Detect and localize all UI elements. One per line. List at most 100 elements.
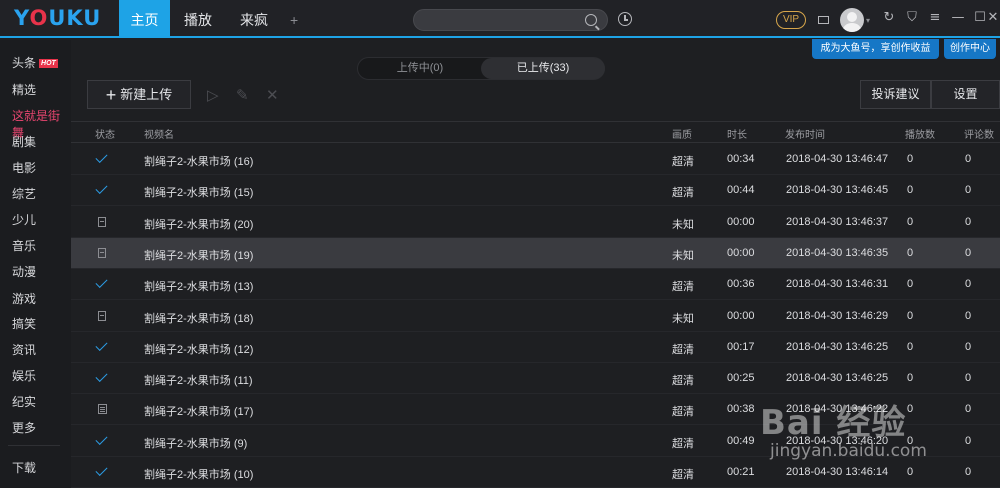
skin-icon[interactable]: ⛉ — [905, 11, 919, 25]
vip-badge[interactable]: VIP — [776, 11, 806, 29]
edit-icon[interactable]: ✎ — [236, 86, 249, 104]
video-plays: 0 — [907, 340, 914, 353]
sidebar-item-label: 头条 — [12, 56, 37, 70]
video-name: 割绳子2-水果市场 (12) — [144, 343, 254, 356]
file-icon — [98, 310, 106, 321]
menu-icon[interactable]: ≡ — [928, 11, 942, 25]
col-name[interactable]: 视频名 — [144, 126, 174, 141]
history-icon[interactable] — [618, 12, 632, 26]
video-publish-time: 2018-04-30 13:46:29 — [786, 309, 889, 322]
video-publish-time: 2018-04-30 13:46:45 — [786, 184, 889, 197]
video-name: 割绳子2-水果市场 (16) — [144, 156, 254, 168]
sidebar-item-funny[interactable]: 搞笑 — [12, 315, 36, 332]
new-upload-button[interactable]: + 新建上传 — [87, 80, 191, 109]
creator-center-button[interactable]: 创作中心 — [944, 39, 996, 59]
video-duration: 00:00 — [727, 215, 755, 228]
col-comments[interactable]: 评论数 — [964, 126, 994, 141]
tab-laifeng[interactable]: 来疯 — [226, 0, 282, 38]
video-duration: 00:36 — [727, 278, 755, 291]
video-quality: 超清 — [672, 437, 694, 450]
sidebar-item-anime[interactable]: 动漫 — [12, 263, 36, 280]
check-icon — [95, 371, 107, 383]
video-name: 割绳子2-水果市场 (11) — [144, 375, 253, 388]
sidebar-item-headlines[interactable]: 头条 HOT — [12, 54, 58, 71]
sidebar-item-entertainment[interactable]: 娱乐 — [12, 367, 36, 384]
video-duration: 00:00 — [727, 246, 755, 259]
check-icon — [95, 152, 107, 164]
complaint-button[interactable]: 投诉建议 — [860, 80, 931, 109]
delete-icon[interactable]: ✕ — [266, 86, 279, 104]
sidebar-item-documentary[interactable]: 纪实 — [12, 393, 36, 410]
play-icon[interactable]: ▷ — [207, 86, 219, 104]
sidebar-item-kids[interactable]: 少儿 — [12, 211, 36, 228]
settings-button[interactable]: 设置 — [931, 80, 1000, 109]
video-publish-time: 2018-04-30 13:46:47 — [786, 153, 889, 165]
table-row[interactable]: 割绳子2-水果市场 (19) 未知 00:00 2018-04-30 13:46:35… — [71, 237, 1000, 269]
hot-badge: HOT — [39, 59, 58, 68]
sidebar-divider — [8, 445, 60, 446]
video-plays: 0 — [907, 215, 914, 228]
video-quality: 未知 — [672, 249, 694, 262]
video-name: 割绳子2-水果市场 (19) — [144, 249, 254, 262]
avatar[interactable] — [840, 8, 864, 32]
refresh-icon[interactable]: ↻ — [882, 11, 896, 25]
table-header: 状态 视频名 画质 时长 发布时间 播放数 评论数 — [71, 121, 1000, 143]
mail-icon[interactable] — [818, 16, 829, 24]
watermark-text: Bai 经验 — [760, 403, 907, 443]
chevron-down-icon[interactable]: ▾ — [866, 16, 870, 25]
col-plays[interactable]: 播放数 — [905, 126, 935, 141]
table-row[interactable]: 割绳子2-水果市场 (18) 未知 00:00 2018-04-30 13:46:29… — [71, 301, 1000, 332]
check-icon — [95, 277, 107, 289]
sidebar-item-more[interactable]: 更多 — [12, 419, 36, 436]
tab-play[interactable]: 播放 — [170, 0, 226, 38]
video-comments: 0 — [965, 215, 972, 228]
search-input[interactable] — [413, 9, 608, 31]
col-duration[interactable]: 时长 — [727, 126, 747, 141]
table-row[interactable]: 割绳子2-水果市场 (20) 未知 00:00 2018-04-30 13:46:37… — [71, 207, 1000, 238]
youku-uploader-window: YOUKU 主页 播放 来疯 + VIP ▾ ↻ ⛉ ≡ — ☐ ✕ 成为大鱼号… — [0, 0, 1000, 488]
watermark-url: jingyan.baidu.com — [770, 441, 927, 461]
sidebar-item-music[interactable]: 音乐 — [12, 237, 36, 254]
video-publish-time: 2018-04-30 13:46:31 — [786, 278, 889, 291]
maximize-icon[interactable]: ☐ — [973, 11, 987, 25]
video-comments: 0 — [965, 184, 972, 197]
col-quality[interactable]: 画质 — [672, 126, 692, 141]
video-duration: 00:00 — [727, 309, 755, 322]
col-publish-time[interactable]: 发布时间 — [785, 126, 825, 141]
table-row[interactable]: 割绳子2-水果市场 (16) 超清 00:34 2018-04-30 13:46:47… — [71, 144, 1000, 175]
sidebar-item-news[interactable]: 资讯 — [12, 341, 36, 358]
video-duration: 00:25 — [727, 372, 755, 385]
video-name: 割绳子2-水果市场 (20) — [144, 218, 254, 231]
video-duration: 00:44 — [727, 184, 755, 197]
sidebar-item-variety[interactable]: 综艺 — [12, 185, 36, 202]
video-duration: 00:34 — [727, 153, 755, 165]
table-row[interactable]: 割绳子2-水果市场 (13) 超清 00:36 2018-04-30 13:46:31… — [71, 269, 1000, 301]
close-icon[interactable]: ✕ — [986, 11, 1000, 25]
new-upload-label: 新建上传 — [120, 87, 173, 102]
table-row[interactable]: 割绳子2-水果市场 (15) 超清 00:44 2018-04-30 13:46:45… — [71, 175, 1000, 207]
add-tab-button[interactable]: + — [282, 0, 306, 38]
tab-home[interactable]: 主页 — [119, 0, 170, 38]
minimize-icon[interactable]: — — [951, 11, 965, 25]
video-publish-time: 2018-04-30 13:46:35 — [786, 246, 889, 259]
sidebar-item-games[interactable]: 游戏 — [12, 290, 36, 307]
table-row[interactable]: 割绳子2-水果市场 (12) 超清 00:17 2018-04-30 13:46:25… — [71, 332, 1000, 363]
tab-uploading[interactable]: 上传中(0) — [358, 58, 482, 79]
video-quality: 超清 — [672, 406, 694, 419]
video-comments: 0 — [965, 309, 972, 322]
file-icon — [98, 216, 106, 227]
video-comments: 0 — [965, 153, 972, 165]
tab-uploaded[interactable]: 已上传(33) — [481, 58, 605, 79]
sidebar-item-movies[interactable]: 电影 — [12, 159, 36, 176]
video-name: 割绳子2-水果市场 (18) — [144, 312, 254, 325]
video-plays: 0 — [907, 246, 914, 259]
video-name: 割绳子2-水果市场 (13) — [144, 281, 254, 294]
sidebar-item-featured[interactable]: 精选 — [12, 81, 36, 98]
sidebar-item-series[interactable]: 剧集 — [12, 133, 36, 150]
check-icon — [95, 434, 107, 446]
sidebar-item-download[interactable]: 下载 — [12, 459, 36, 476]
video-comments: 0 — [965, 246, 972, 259]
become-dayu-button[interactable]: 成为大鱼号，享创作收益 — [812, 39, 939, 59]
col-status[interactable]: 状态 — [95, 126, 115, 141]
search-icon[interactable] — [585, 14, 597, 26]
